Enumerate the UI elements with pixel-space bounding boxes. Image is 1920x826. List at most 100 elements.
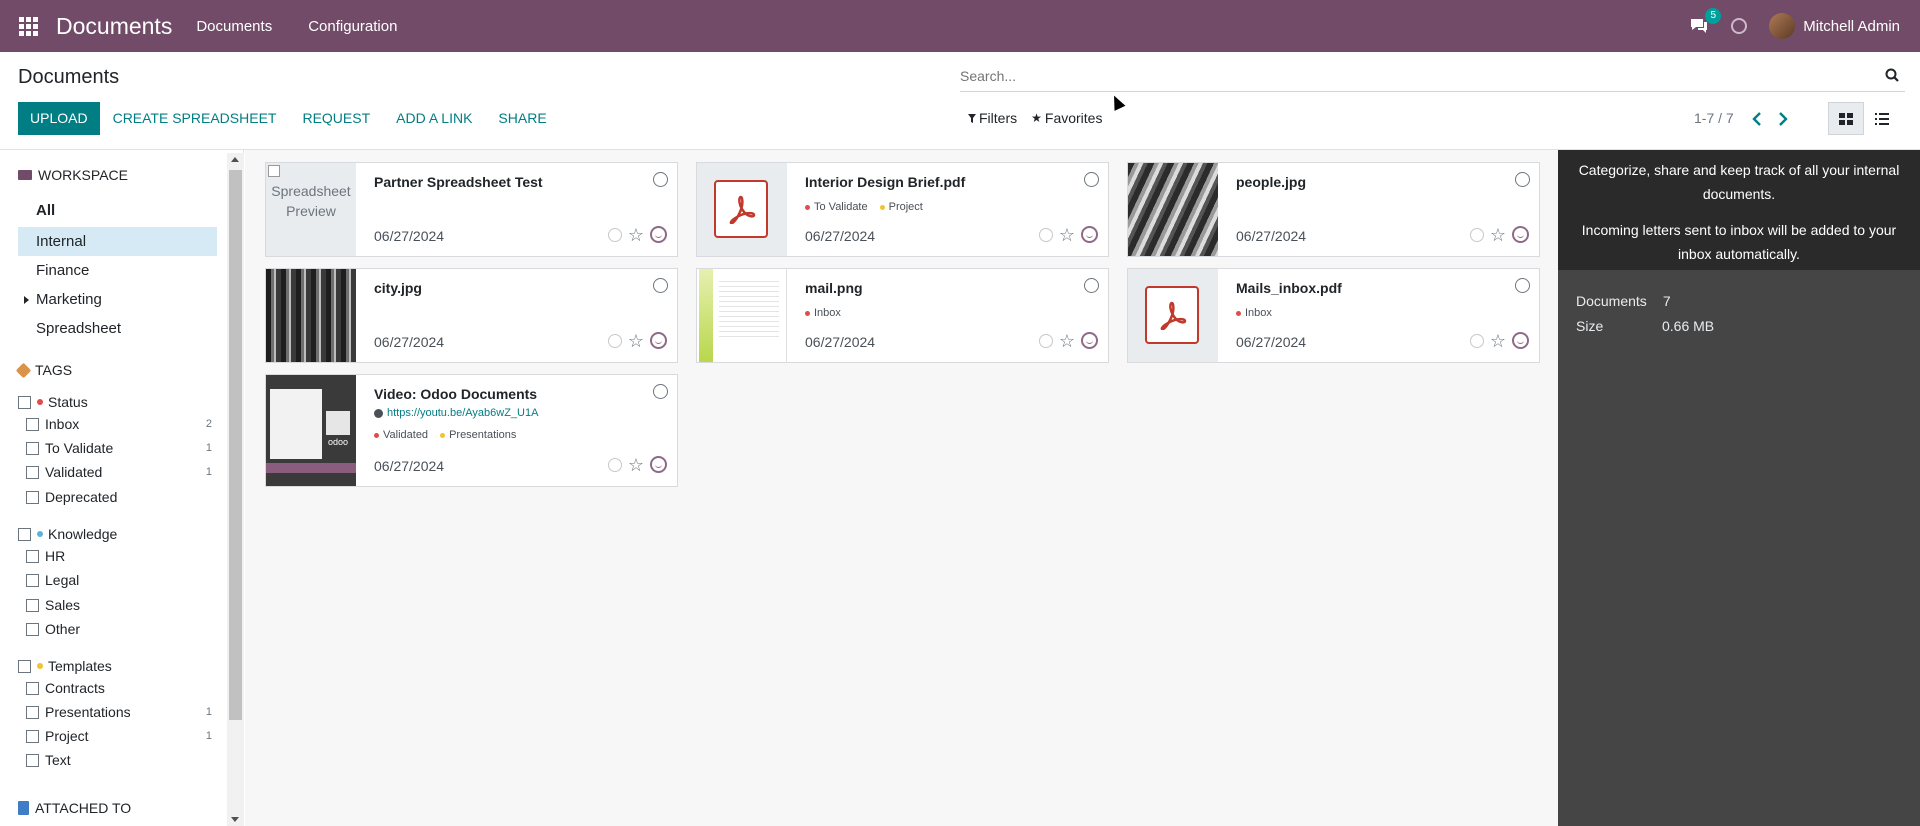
owner-avatar-icon[interactable]	[650, 332, 667, 349]
document-card[interactable]: people.jpg 06/27/2024 ☆	[1127, 162, 1540, 257]
sidebar-item-marketing[interactable]: Marketing	[18, 285, 217, 314]
activity-clock-icon[interactable]	[607, 227, 622, 242]
activity-clock-icon[interactable]	[607, 457, 622, 472]
checkbox[interactable]	[26, 441, 39, 455]
favorites-dropdown[interactable]: ★ Favorites	[1031, 110, 1102, 126]
tag-legal[interactable]: Legal	[26, 570, 212, 590]
select-radio[interactable]	[1084, 278, 1099, 293]
checkbox[interactable]	[26, 681, 39, 695]
app-title[interactable]: Documents	[56, 13, 172, 40]
user-menu[interactable]: Mitchell Admin	[1769, 13, 1900, 39]
checkbox[interactable]	[26, 598, 39, 612]
tag-label: Validated	[45, 464, 103, 480]
tag-sales[interactable]: Sales	[26, 595, 212, 615]
card-tag: To Validate	[805, 201, 868, 213]
tag-inbox[interactable]: Inbox 2	[26, 414, 212, 434]
document-card[interactable]: odoo Video: Odoo Documents https://youtu…	[265, 374, 678, 487]
chevron-right-icon[interactable]	[1778, 112, 1788, 126]
search-input[interactable]	[960, 62, 1860, 90]
checkbox[interactable]	[26, 729, 39, 743]
select-radio[interactable]	[1515, 278, 1530, 293]
menu-documents[interactable]: Documents	[196, 18, 272, 35]
checkbox[interactable]	[18, 527, 31, 541]
owner-avatar-icon[interactable]	[650, 226, 667, 243]
caret-right-icon[interactable]	[24, 296, 29, 304]
tag-hr[interactable]: HR	[26, 546, 212, 566]
tag-group-knowledge[interactable]: Knowledge	[18, 524, 214, 544]
document-card[interactable]: Mails_inbox.pdf Inbox 06/27/2024 ☆	[1127, 268, 1540, 363]
activity-clock-icon[interactable]	[1038, 227, 1053, 242]
tag-contracts[interactable]: Contracts	[26, 678, 212, 698]
menu-configuration[interactable]: Configuration	[308, 18, 397, 35]
filters-dropdown[interactable]: Filters	[968, 110, 1017, 126]
checkbox[interactable]	[26, 465, 39, 479]
search-icon[interactable]	[1885, 68, 1899, 82]
document-card[interactable]: Spreadsheet Preview Partner Spreadsheet …	[265, 162, 678, 257]
activity-clock-icon[interactable]	[1469, 227, 1484, 242]
star-icon[interactable]: ☆	[628, 456, 644, 474]
sidebar-scrollbar[interactable]	[227, 153, 244, 826]
checkbox[interactable]	[18, 395, 31, 409]
create-spreadsheet-button[interactable]: CREATE SPREADSHEET	[100, 102, 290, 135]
star-icon[interactable]: ☆	[1490, 332, 1506, 350]
owner-avatar-icon[interactable]	[1512, 332, 1529, 349]
tag-presentations[interactable]: Presentations 1	[26, 702, 212, 722]
checkbox[interactable]	[26, 753, 39, 767]
checkbox[interactable]	[18, 659, 31, 673]
owner-avatar-icon[interactable]	[1512, 226, 1529, 243]
card-url-link[interactable]: https://youtu.be/Ayab6wZ_U1A	[374, 407, 538, 419]
document-card[interactable]: Interior Design Brief.pdf To Validate Pr…	[696, 162, 1109, 257]
checkbox[interactable]	[26, 417, 39, 431]
tag-to-validate[interactable]: To Validate 1	[26, 438, 212, 458]
scroll-up-arrow[interactable]	[231, 157, 239, 162]
checkbox[interactable]	[26, 573, 39, 587]
select-radio[interactable]	[1084, 172, 1099, 187]
checkbox[interactable]	[26, 549, 39, 563]
tag-deprecated[interactable]: Deprecated	[26, 487, 212, 507]
chat-icon[interactable]: 5	[1689, 8, 1722, 35]
tag-other[interactable]: Other	[26, 619, 212, 639]
sidebar-item-finance[interactable]: Finance	[18, 256, 217, 285]
pager-value[interactable]: 1-7 / 7	[1694, 110, 1734, 126]
star-icon[interactable]: ☆	[628, 226, 644, 244]
owner-avatar-icon[interactable]	[1081, 332, 1098, 349]
select-radio[interactable]	[653, 172, 668, 187]
tag-project[interactable]: Project 1	[26, 726, 212, 746]
star-icon[interactable]: ☆	[628, 332, 644, 350]
activity-clock-icon[interactable]	[1731, 18, 1748, 34]
list-view-button[interactable]	[1864, 102, 1900, 135]
activity-clock-icon[interactable]	[607, 333, 622, 348]
star-icon[interactable]: ☆	[1059, 226, 1075, 244]
sidebar-item-internal[interactable]: Internal	[18, 227, 217, 256]
sidebar-item-all[interactable]: All	[18, 196, 217, 225]
activity-clock-icon[interactable]	[1469, 333, 1484, 348]
checkbox[interactable]	[26, 490, 39, 504]
checkbox[interactable]	[26, 705, 39, 719]
owner-avatar-icon[interactable]	[1081, 226, 1098, 243]
apps-menu-icon[interactable]	[17, 15, 39, 37]
upload-button[interactable]: UPLOAD	[18, 102, 100, 135]
sidebar-item-spreadsheet[interactable]: Spreadsheet	[18, 314, 217, 343]
add-link-button[interactable]: ADD A LINK	[383, 102, 485, 135]
document-card[interactable]: mail.png Inbox 06/27/2024 ☆	[696, 268, 1109, 363]
activity-clock-icon[interactable]	[1038, 333, 1053, 348]
tag-group-status[interactable]: Status	[18, 392, 214, 412]
tag-validated[interactable]: Validated 1	[26, 462, 212, 482]
request-button[interactable]: REQUEST	[289, 102, 383, 135]
select-radio[interactable]	[653, 278, 668, 293]
star-icon: ★	[1031, 111, 1042, 125]
chevron-left-icon[interactable]	[1752, 112, 1762, 126]
document-card[interactable]: city.jpg 06/27/2024 ☆	[265, 268, 678, 363]
owner-avatar-icon[interactable]	[650, 456, 667, 473]
kanban-view-button[interactable]	[1828, 102, 1864, 135]
star-icon[interactable]: ☆	[1059, 332, 1075, 350]
tag-group-templates[interactable]: Templates	[18, 656, 214, 676]
select-radio[interactable]	[1515, 172, 1530, 187]
star-icon[interactable]: ☆	[1490, 226, 1506, 244]
checkbox[interactable]	[26, 622, 39, 636]
select-radio[interactable]	[653, 384, 668, 399]
tag-text[interactable]: Text	[26, 750, 212, 770]
share-button[interactable]: SHARE	[485, 102, 559, 135]
scroll-thumb[interactable]	[229, 170, 242, 720]
scroll-down-arrow[interactable]	[231, 817, 239, 822]
